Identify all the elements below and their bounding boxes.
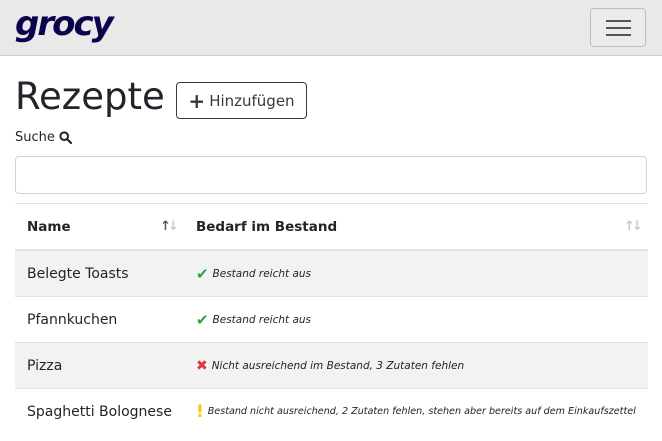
column-header-name-label: Name (27, 218, 71, 235)
grocy-logo[interactable]: grocy (15, 4, 114, 44)
recipes-table: Name ↑↓ Bedarf im Bestand ↑↓ Belegte Toa… (15, 203, 648, 434)
plus-icon: + (188, 88, 206, 113)
add-recipe-label: Hinzufügen (209, 91, 295, 110)
recipe-name: Pfannkuchen (15, 296, 184, 343)
search-label: Suche (15, 130, 72, 145)
stock-status-cell: ! Bestand nicht ausreichend, 2 Zutaten f… (183, 388, 648, 434)
page-title: Rezepte (15, 75, 165, 118)
stock-status-text: Bestand nicht ausreichend, 2 Zutaten feh… (207, 406, 636, 417)
table-row[interactable]: Pfannkuchen ✔ Bestand reicht aus (15, 296, 648, 343)
sort-asc-icon: ↑↓ (160, 219, 179, 234)
stock-status-cell: ✖ Nicht ausreichend im Bestand, 3 Zutate… (183, 342, 648, 389)
search-icon (59, 131, 72, 144)
search-label-text: Suche (15, 130, 55, 145)
recipe-name: Belegte Toasts (15, 249, 184, 297)
table-row[interactable]: Spaghetti Bolognese ! Bestand nicht ausr… (15, 388, 648, 434)
stock-status-text: Bestand reicht aus (212, 267, 312, 280)
stock-status-cell: ✔ Bestand reicht aus (183, 249, 648, 297)
column-header-stock-label: Bedarf im Bestand (195, 218, 338, 235)
times-icon: ✖ (195, 357, 208, 374)
stock-status-text: Bestand reicht aus (212, 313, 312, 326)
add-recipe-button[interactable]: + Hinzufügen (176, 82, 307, 119)
check-icon: ✔ (195, 310, 209, 329)
table-row[interactable]: Pizza ✖ Nicht ausreichend im Bestand, 3 … (15, 342, 648, 389)
recipe-name: Spaghetti Bolognese (15, 388, 184, 434)
stock-status-text: Nicht ausreichend im Bestand, 3 Zutaten … (211, 359, 465, 372)
exclamation-icon: ! (195, 401, 204, 422)
check-icon: ✔ (195, 264, 209, 283)
table-row[interactable]: Belegte Toasts ✔ Bestand reicht aus (15, 249, 648, 297)
search-input[interactable] (15, 156, 647, 194)
sort-icon: ↑↓ (623, 219, 643, 234)
table-header-row: Name ↑↓ Bedarf im Bestand ↑↓ (15, 203, 648, 251)
recipe-name: Pizza (15, 342, 184, 389)
navbar-toggler-button[interactable] (590, 8, 646, 47)
column-header-name[interactable]: Name ↑↓ (15, 203, 184, 251)
navbar: grocy (0, 0, 662, 56)
stock-status-cell: ✔ Bestand reicht aus (183, 296, 648, 343)
column-header-stock[interactable]: Bedarf im Bestand ↑↓ (183, 203, 648, 251)
